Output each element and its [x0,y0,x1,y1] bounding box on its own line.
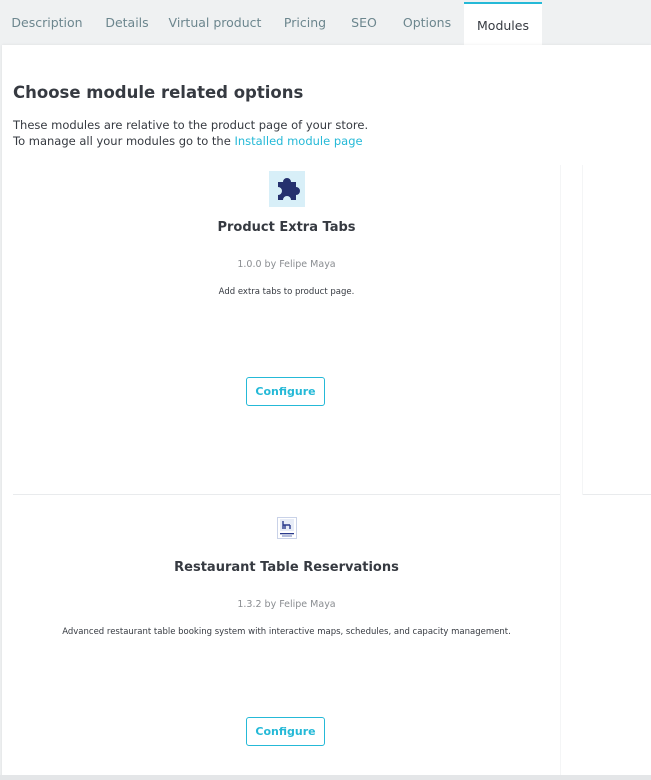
column-divider [560,165,561,778]
configure-button[interactable]: Configure [246,377,325,406]
intro-line: To manage all your modules go to the Ins… [13,133,368,149]
module-name: Product Extra Tabs [217,220,356,235]
intro-prefix: To manage all your modules go to the [13,134,235,148]
column-divider [582,165,583,495]
tab-pricing[interactable]: Pricing [275,3,335,45]
restaurant-logo-icon [277,517,297,539]
intro-line: These modules are relative to the produc… [13,118,369,132]
module-name: Restaurant Table Reservations [174,560,399,575]
configure-button[interactable]: Configure [246,717,325,746]
module-card: Restaurant Table Reservations 1.3.2 by F… [13,509,560,774]
tab-virtual-product[interactable]: Virtual product [165,3,265,45]
module-divider [583,494,651,495]
page-title: Choose module related options [13,83,304,102]
tab-description[interactable]: Description [4,3,90,45]
puzzle-icon [269,171,305,207]
tab-details[interactable]: Details [98,3,156,45]
panel-bottom-edge [0,775,651,780]
product-tabs: Description Details Virtual product Pric… [0,0,651,47]
intro-text: These modules are relative to the produc… [13,117,368,149]
tab-modules[interactable]: Modules [464,2,542,47]
module-version-author: 1.0.0 by Felipe Maya [237,259,336,270]
tab-seo[interactable]: SEO [343,3,385,45]
tab-options[interactable]: Options [394,3,460,45]
module-description: Advanced restaurant table booking system… [62,627,511,637]
module-version-author: 1.3.2 by Felipe Maya [237,599,336,610]
modules-panel: Choose module related options These modu… [2,45,651,778]
installed-modules-link[interactable]: Installed module page [234,134,362,148]
module-card: Product Extra Tabs 1.0.0 by Felipe Maya … [13,169,560,494]
module-divider [13,494,560,495]
module-description: Add extra tabs to product page. [218,287,355,297]
